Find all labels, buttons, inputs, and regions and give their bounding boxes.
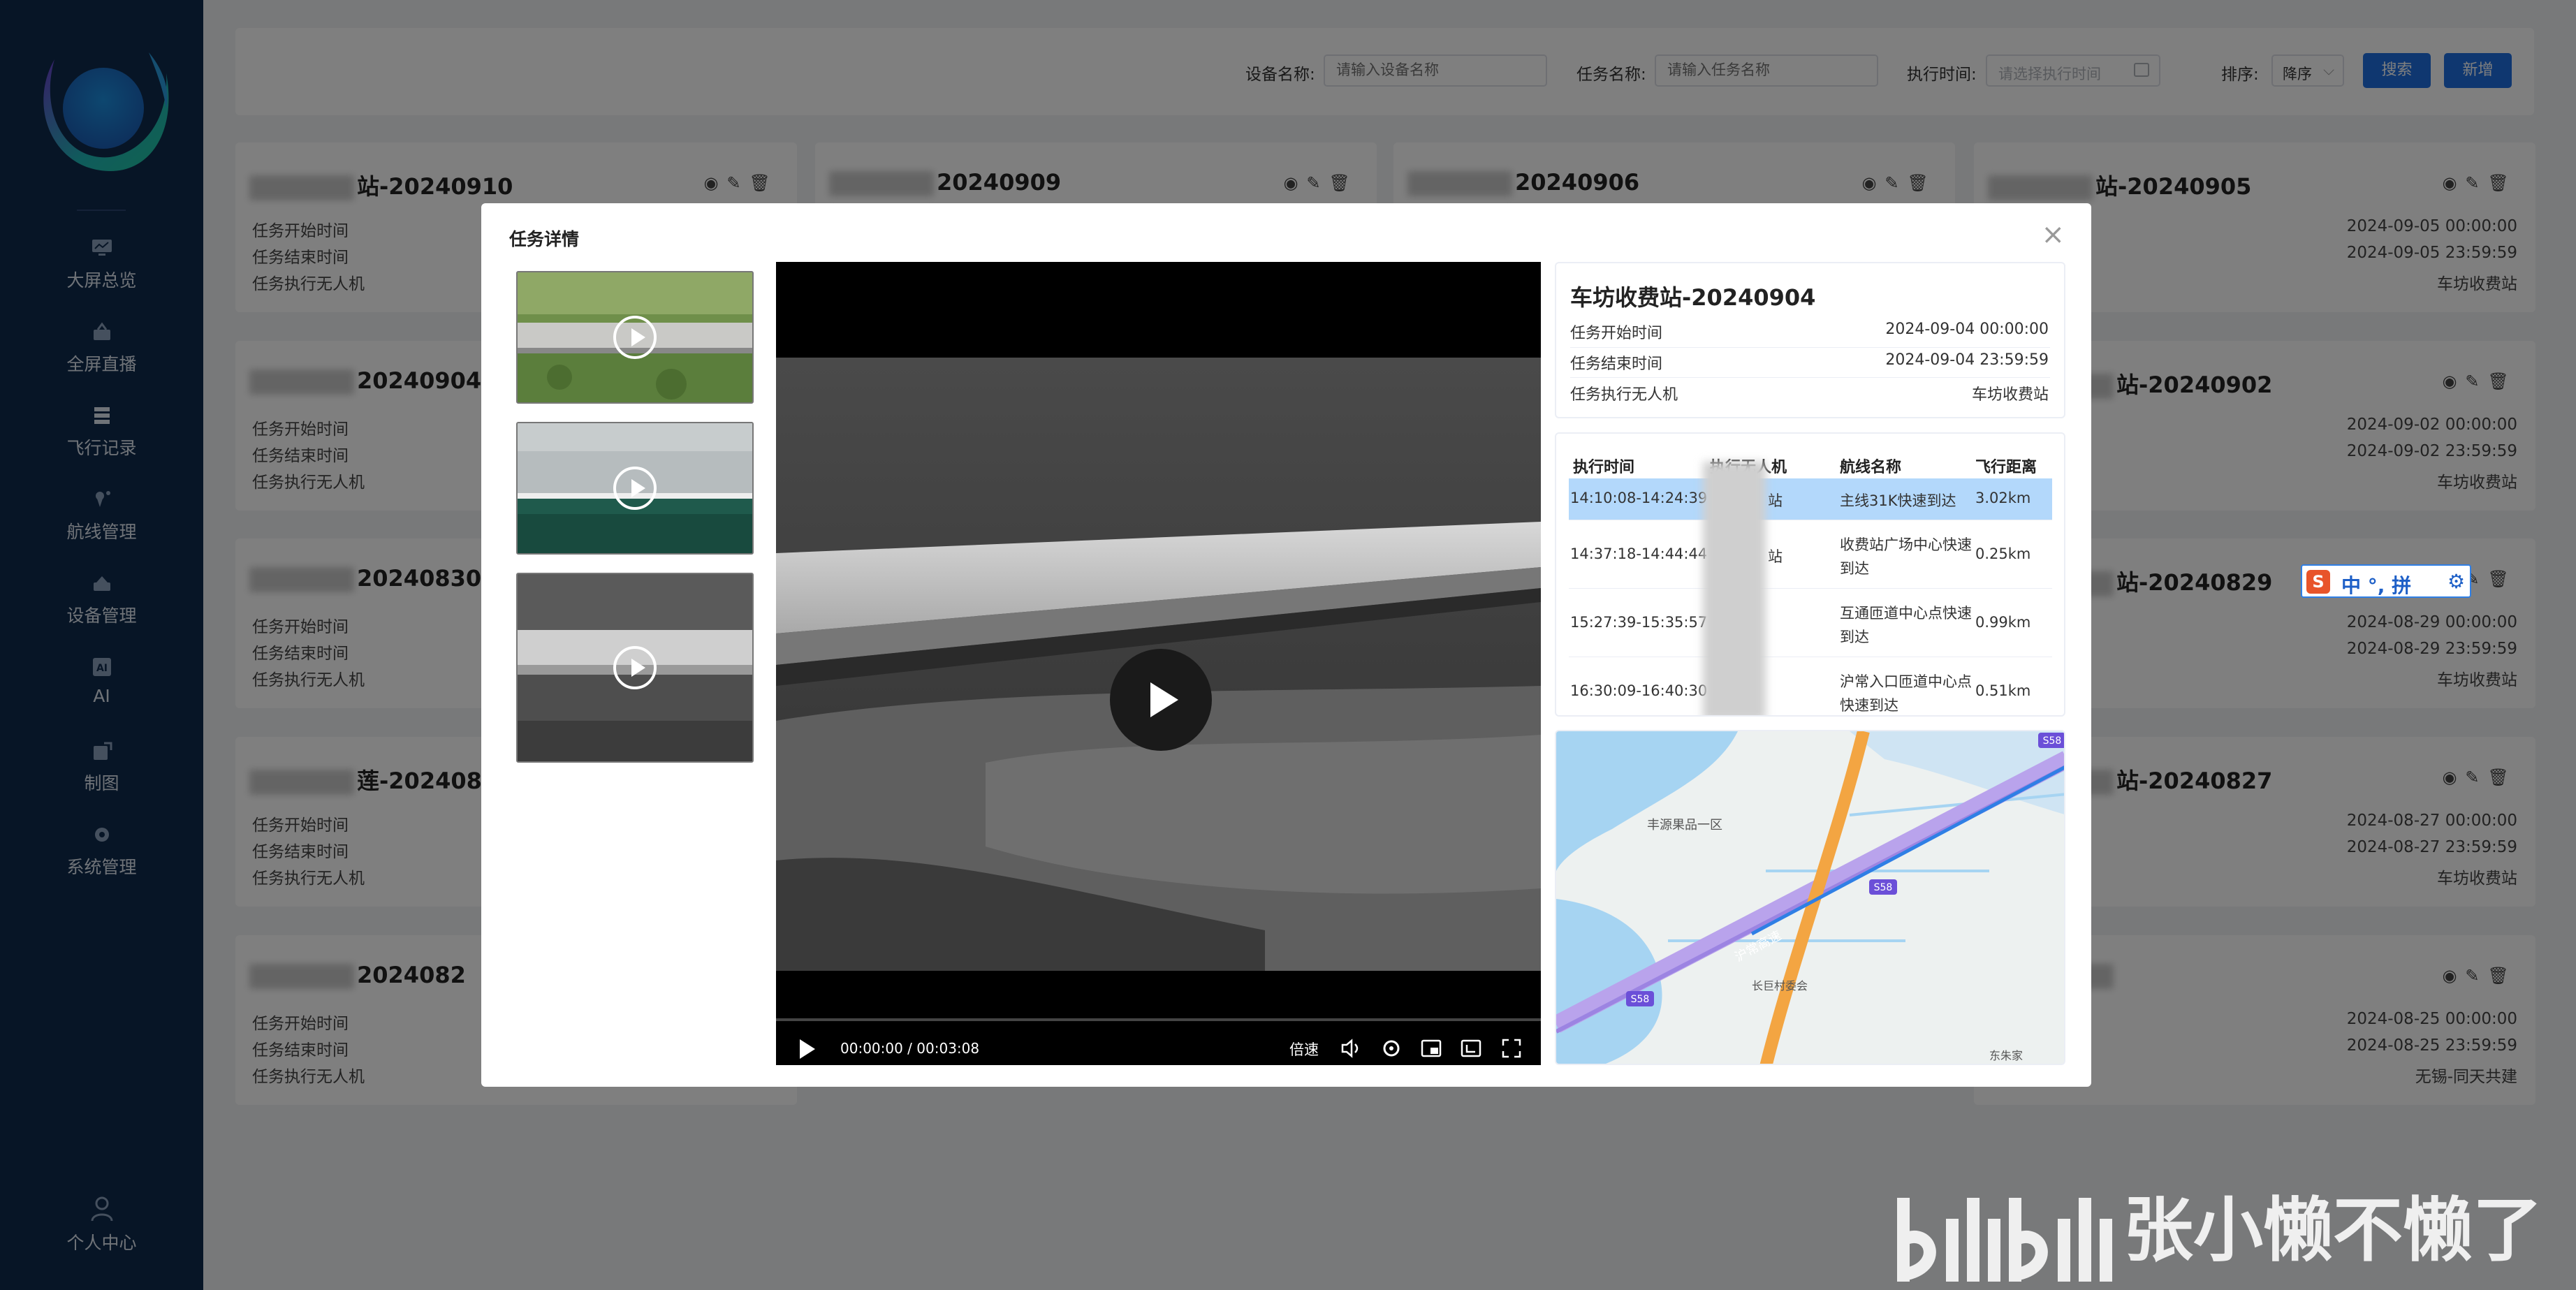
end-time-value: 2024-09-04 23:59:59 bbox=[1885, 351, 2049, 369]
drone-label: 任务执行无人机 bbox=[1570, 386, 1678, 404]
divider bbox=[1570, 347, 2050, 348]
map-label: 东朱家 bbox=[1989, 1049, 2023, 1062]
column-header: 执行时间 bbox=[1573, 459, 1635, 476]
map-canvas: 丰源果品一区 S58 沪常高速 长巨村委会 东朱家 S58 S58 bbox=[1556, 731, 2064, 1064]
map-label: 长巨村委会 bbox=[1752, 979, 1808, 992]
play-circle-icon bbox=[613, 316, 657, 359]
video-thumbnail[interactable] bbox=[516, 573, 754, 763]
settings-icon[interactable] bbox=[1379, 1036, 1404, 1061]
task-detail-modal: 任务详情 × 00:00:00 / 00:03:08 倍速 车坊收费站-2024… bbox=[481, 203, 2091, 1087]
task-title: 车坊收费站-20240904 bbox=[1570, 284, 1816, 311]
map-label: S58 bbox=[1631, 994, 1650, 1005]
picture-in-picture-icon[interactable] bbox=[1419, 1036, 1444, 1061]
end-time-label: 任务结束时间 bbox=[1570, 356, 1663, 373]
play-icon[interactable] bbox=[800, 1039, 815, 1059]
row-route: 收费站广场中心快速到达 bbox=[1840, 536, 1972, 577]
sogou-logo-icon: S bbox=[2306, 570, 2330, 594]
start-time-label: 任务开始时间 bbox=[1570, 325, 1663, 342]
drone-value: 车坊收费站 bbox=[1971, 386, 2049, 404]
play-circle-icon bbox=[613, 467, 657, 510]
ime-toolbar[interactable]: S 中 °, 拼 ⚙ bbox=[2301, 564, 2471, 598]
modal-title: 任务详情 bbox=[509, 229, 580, 249]
big-play-button[interactable] bbox=[1110, 649, 1212, 751]
table-row[interactable]: 15:27:39-15:35:57 互通匝道中心点快速到达 0.99km bbox=[1569, 589, 2052, 657]
play-circle-icon bbox=[613, 646, 657, 689]
row-route: 沪常入口匝道中心点快速到达 bbox=[1840, 673, 1972, 714]
map-label: S58 bbox=[2043, 735, 2062, 747]
column-header: 航线名称 bbox=[1840, 459, 1902, 476]
row-drone: 站 bbox=[1768, 492, 1783, 509]
row-route: 互通匝道中心点快速到达 bbox=[1840, 605, 1972, 645]
video-thumbnail[interactable] bbox=[516, 271, 754, 404]
redacted-blur bbox=[1703, 462, 1766, 715]
row-distance: 0.51km bbox=[1975, 682, 2031, 699]
video-thumbnail[interactable] bbox=[516, 422, 754, 555]
row-time: 16:30:09-16:40:30 bbox=[1570, 682, 1708, 699]
video-time: 00:00:00 / 00:03:08 bbox=[840, 1040, 980, 1057]
divider bbox=[1570, 377, 2050, 378]
watermark-text: 张小懒不懒了 bbox=[2123, 1189, 2542, 1271]
table-row[interactable]: 14:10:08-14:24:39 站 主线31K快速到达 3.02km bbox=[1569, 478, 2052, 520]
row-time: 14:10:08-14:24:39 bbox=[1570, 490, 1708, 506]
task-info-card: 车坊收费站-20240904 任务开始时间 2024-09-04 00:00:0… bbox=[1555, 262, 2065, 418]
gear-icon: ⚙ bbox=[2447, 570, 2466, 593]
map-label: S58 bbox=[1874, 882, 1893, 893]
row-distance: 3.02km bbox=[1975, 490, 2031, 506]
column-header: 飞行距离 bbox=[1975, 459, 2037, 476]
row-distance: 0.99km bbox=[1975, 614, 2031, 631]
flight-record-table: 执行时间 执行无人机 航线名称 飞行距离 14:10:08-14:24:39 站… bbox=[1555, 432, 2065, 717]
video-progress-bar[interactable] bbox=[776, 1018, 1541, 1021]
flight-route-map[interactable]: 丰源果品一区 S58 沪常高速 长巨村委会 东朱家 S58 S58 bbox=[1555, 730, 2065, 1065]
row-time: 14:37:18-14:44:44 bbox=[1570, 545, 1708, 562]
close-icon[interactable]: × bbox=[2041, 219, 2065, 251]
web-fullscreen-icon[interactable] bbox=[1458, 1036, 1484, 1061]
start-time-value: 2024-09-04 00:00:00 bbox=[1885, 321, 2049, 338]
map-label: 丰源果品一区 bbox=[1647, 818, 1722, 833]
video-player[interactable]: 00:00:00 / 00:03:08 倍速 bbox=[776, 262, 1541, 1065]
playback-speed-button[interactable]: 倍速 bbox=[1289, 1039, 1319, 1060]
bilibili-logo-icon bbox=[1897, 1198, 2112, 1282]
fullscreen-icon[interactable] bbox=[1499, 1036, 1524, 1061]
row-time: 15:27:39-15:35:57 bbox=[1570, 614, 1708, 631]
row-route: 主线31K快速到达 bbox=[1840, 492, 1956, 509]
table-row[interactable]: 14:37:18-14:44:44 站 收费站广场中心快速到达 0.25km bbox=[1569, 520, 2052, 589]
row-distance: 0.25km bbox=[1975, 545, 2031, 562]
volume-icon[interactable] bbox=[1338, 1036, 1363, 1061]
row-drone: 站 bbox=[1768, 548, 1783, 565]
ime-mode-text: 中 °, 拼 bbox=[2341, 574, 2412, 597]
table-row[interactable]: 16:30:09-16:40:30 沪常入口匝道中心点快速到达 0.51km bbox=[1569, 657, 2052, 715]
